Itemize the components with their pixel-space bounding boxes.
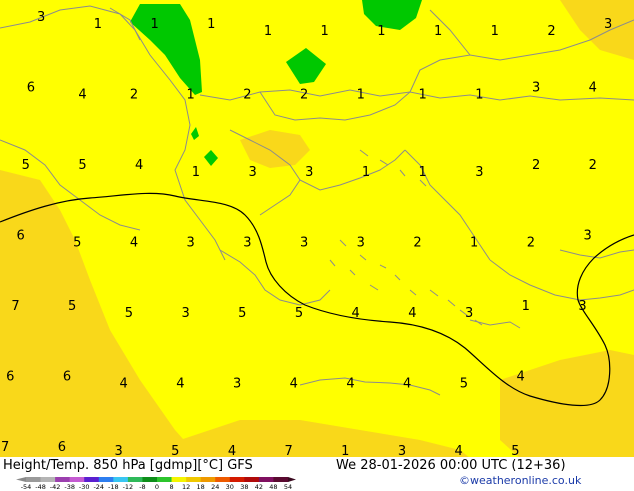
value-label: 5 xyxy=(295,306,303,321)
value-label: 4 xyxy=(403,377,411,392)
value-label: 1 xyxy=(94,17,102,32)
value-label: 2 xyxy=(130,88,138,103)
scale-left-arrow xyxy=(16,477,26,482)
value-label: 5 xyxy=(73,236,81,251)
color-swatch xyxy=(229,477,245,482)
value-label: 6 xyxy=(6,370,14,385)
value-label: 4 xyxy=(176,377,184,392)
value-label: 5 xyxy=(238,306,246,321)
value-label: 4 xyxy=(290,377,298,392)
value-label: 4 xyxy=(135,158,143,173)
value-label: 3 xyxy=(37,10,45,25)
value-label: 4 xyxy=(346,377,354,392)
scale-right-arrow xyxy=(288,477,296,482)
value-label: 7 xyxy=(11,299,19,314)
value-label: 3 xyxy=(243,236,251,251)
color-swatch xyxy=(157,477,172,482)
value-label: 5 xyxy=(22,158,30,173)
value-label: 2 xyxy=(547,24,555,39)
value-label: 6 xyxy=(16,229,24,244)
value-label: 6 xyxy=(63,370,71,385)
color-scale-bar: -54 -48 -42 -38 -30 -24 -18 -12 -8 0 8 12 18 24 30 38 42… xyxy=(16,477,296,491)
value-label: 1 xyxy=(491,24,499,39)
value-label: 3 xyxy=(187,236,195,251)
value-label: 3 xyxy=(532,81,540,96)
footer: Height/Temp. 850 hPa [gdmp][°C] GFS We 2… xyxy=(0,457,634,491)
value-label: 5 xyxy=(68,299,76,314)
color-swatch xyxy=(273,477,289,482)
value-label: 1 xyxy=(321,24,329,39)
color-swatch xyxy=(171,477,187,482)
value-label: 4 xyxy=(352,306,360,321)
value-label: 5 xyxy=(78,158,86,173)
value-label: 4 xyxy=(130,236,138,251)
value-label: 2 xyxy=(527,236,535,251)
value-label: 1 xyxy=(264,24,272,39)
color-swatch xyxy=(84,477,100,482)
color-swatch xyxy=(244,477,260,482)
value-label: 4 xyxy=(408,306,416,321)
value-label: 4 xyxy=(516,370,524,385)
valid-time: We 28-01-2026 00:00 UTC (12+36) xyxy=(336,458,566,473)
color-swatch xyxy=(40,477,56,482)
color-swatch xyxy=(142,477,158,482)
value-label: 3 xyxy=(465,306,473,321)
value-label: 1 xyxy=(357,88,365,103)
value-label: 2 xyxy=(532,158,540,173)
value-label: 4 xyxy=(589,81,597,96)
color-swatch xyxy=(113,477,129,482)
value-label: 1 xyxy=(470,236,478,251)
value-label: 6 xyxy=(58,440,66,455)
value-label: 1 xyxy=(419,165,427,180)
chart-title: Height/Temp. 850 hPa [gdmp][°C] GFS xyxy=(3,458,253,473)
color-swatch xyxy=(127,477,143,482)
value-label: 3 xyxy=(604,17,612,32)
value-label: 4 xyxy=(120,377,128,392)
value-label: 4 xyxy=(78,88,86,103)
color-swatch xyxy=(55,477,70,482)
value-label: 2 xyxy=(413,236,421,251)
color-swatch xyxy=(186,477,201,482)
value-label: 7 xyxy=(1,440,9,455)
value-label: 3 xyxy=(583,229,591,244)
value-label: 3 xyxy=(181,306,189,321)
value-label: 3 xyxy=(300,236,308,251)
value-label: 3 xyxy=(233,377,241,392)
value-label: 1 xyxy=(192,165,200,180)
value-label: 1 xyxy=(475,88,483,103)
value-label: 5 xyxy=(460,377,468,392)
value-label: 3 xyxy=(475,165,483,180)
credit-link[interactable]: ©weatheronline.co.uk xyxy=(459,474,581,487)
value-label: 3 xyxy=(357,236,365,251)
value-label: 1 xyxy=(377,24,385,39)
value-label: 3 xyxy=(248,165,256,180)
value-label: 1 xyxy=(207,17,215,32)
value-label: 2 xyxy=(243,88,251,103)
value-label: 5 xyxy=(125,306,133,321)
color-swatch xyxy=(69,477,85,482)
color-swatch xyxy=(26,477,41,482)
value-label: 1 xyxy=(522,299,530,314)
value-label: 1 xyxy=(187,88,195,103)
value-label: 1 xyxy=(419,88,427,103)
color-swatch xyxy=(215,477,231,482)
value-label: 1 xyxy=(150,17,158,32)
color-swatch xyxy=(98,477,114,482)
color-swatch xyxy=(200,477,216,482)
value-label: 2 xyxy=(589,158,597,173)
value-label: 6 xyxy=(27,81,35,96)
color-swatch xyxy=(258,477,274,482)
value-label: 1 xyxy=(434,24,442,39)
value-label: 1 xyxy=(362,165,370,180)
value-label: 2 xyxy=(300,88,308,103)
color-scale-swatches xyxy=(16,477,296,482)
weather-map: 3 1 1 1 1 1 1 1 1 2 3 6 4 2 1 2 2 1 1 1 3 4 5 5 4 1 3 3 1 1 3 2 2 6 5 4 3 3 3 3… xyxy=(0,0,634,459)
value-label: 3 xyxy=(305,165,313,180)
value-label: 3 xyxy=(578,299,586,314)
